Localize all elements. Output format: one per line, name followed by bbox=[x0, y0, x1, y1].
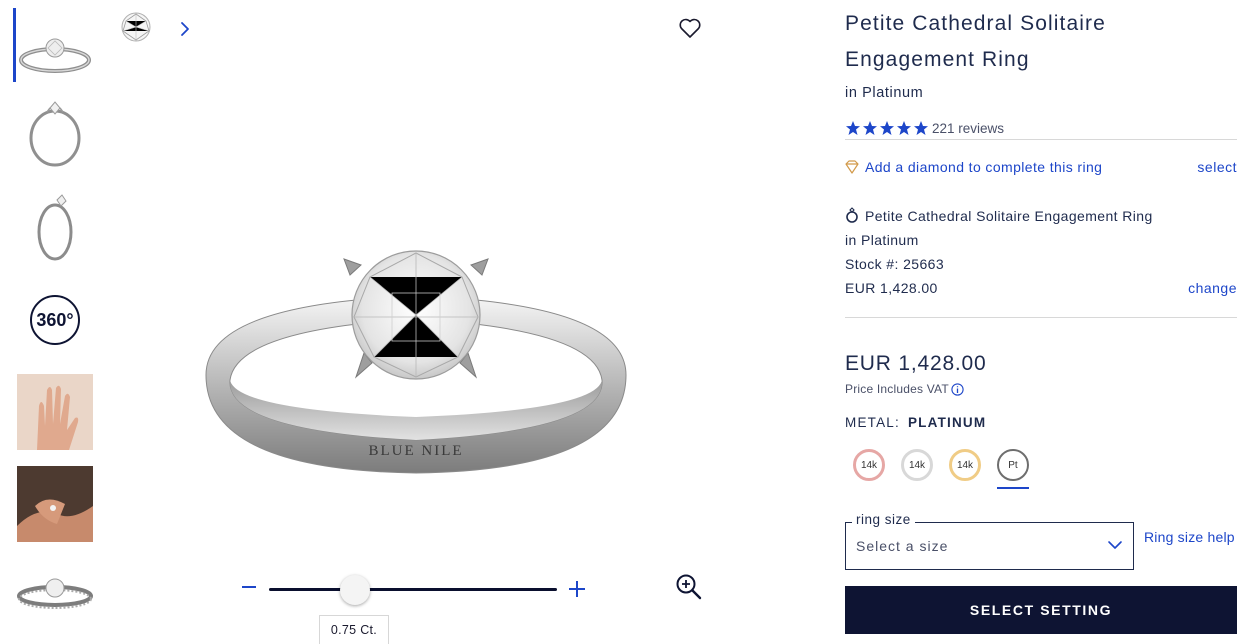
chevron-down-icon bbox=[1108, 541, 1122, 549]
main-ring-image: BLUE NILE bbox=[205, 250, 627, 474]
metal-swatch-white-gold[interactable]: 14k bbox=[901, 449, 933, 481]
thumbnail-360-view[interactable]: 360° bbox=[17, 282, 93, 358]
ring-angle-icon bbox=[19, 38, 91, 73]
ring-size-select[interactable]: ring size Select a size bbox=[845, 512, 1134, 570]
product-price: EUR 1,428.00 bbox=[845, 352, 987, 375]
reviews-link[interactable]: 221 reviews bbox=[932, 121, 1004, 136]
chevron-right-icon[interactable] bbox=[176, 18, 194, 40]
add-diamond-link[interactable]: Add a diamond to complete this ring bbox=[865, 159, 1102, 175]
vat-note: Price Includes VAT bbox=[845, 382, 964, 396]
zoom-in-icon[interactable] bbox=[566, 578, 588, 600]
vat-note-text: Price Includes VAT bbox=[845, 382, 949, 396]
ring-size-help-link[interactable]: Ring size help bbox=[1144, 529, 1235, 545]
metal-swatch-rose-gold[interactable]: 14k bbox=[853, 449, 885, 481]
metal-label: METAL: bbox=[845, 415, 900, 430]
select-setting-button[interactable]: SELECT SETTING bbox=[845, 586, 1237, 634]
hand-photo-icon bbox=[17, 374, 93, 450]
setting-summary: Petite Cathedral Solitaire Engagement Ri… bbox=[845, 204, 1237, 300]
model-photo-icon bbox=[17, 466, 93, 542]
setting-stock-number: Stock #: 25663 bbox=[845, 256, 944, 272]
metal-swatch-platinum[interactable]: Pt bbox=[997, 449, 1029, 481]
rating-summary: 221 reviews bbox=[845, 120, 1004, 136]
product-viewer: BLUE NILE 0.75 Ct. bbox=[100, 0, 820, 644]
thumbnail-ring-angle[interactable] bbox=[17, 8, 93, 84]
info-icon[interactable] bbox=[951, 382, 964, 396]
setting-price: EUR 1,428.00 bbox=[845, 280, 938, 296]
ring-size-label: ring size bbox=[852, 512, 915, 527]
active-thumbnail-indicator bbox=[13, 8, 16, 82]
rotate-360-icon: 360° bbox=[30, 295, 80, 345]
ring-band-icon bbox=[17, 578, 93, 609]
ring-side-icon bbox=[37, 194, 73, 261]
product-title: Petite Cathedral Solitaire Engagement Ri… bbox=[845, 12, 1106, 71]
divider bbox=[845, 139, 1237, 140]
thumbnail-ring-front[interactable] bbox=[17, 96, 93, 172]
thumbnail-ring-band[interactable] bbox=[17, 556, 93, 632]
ring-size-value: Select a size bbox=[856, 538, 949, 554]
metal-swatch-yellow-gold[interactable]: 14k bbox=[949, 449, 981, 481]
star-icon bbox=[863, 121, 877, 135]
star-icon bbox=[914, 121, 928, 135]
carat-size-tooltip: 0.75 Ct. bbox=[319, 615, 389, 644]
heart-icon[interactable] bbox=[678, 16, 702, 40]
diamond-outline-icon bbox=[845, 160, 859, 174]
add-diamond-row: Add a diamond to complete this ring sele… bbox=[845, 157, 1237, 179]
setting-metal: in Platinum bbox=[845, 232, 919, 248]
star-icon bbox=[880, 121, 894, 135]
brand-engraving: BLUE NILE bbox=[368, 443, 463, 459]
diamond-view-icon[interactable] bbox=[120, 11, 152, 43]
ring-front-icon bbox=[29, 101, 81, 167]
zoom-out-icon[interactable] bbox=[238, 576, 260, 598]
ring-icon bbox=[846, 207, 858, 223]
zoom-slider-handle[interactable] bbox=[340, 575, 371, 605]
thumbnail-ring-side[interactable] bbox=[17, 188, 93, 264]
thumbnail-strip: 360° bbox=[0, 0, 100, 644]
setting-name: Petite Cathedral Solitaire Engagement Ri… bbox=[865, 208, 1153, 224]
star-icon bbox=[846, 121, 860, 135]
select-diamond-link[interactable]: select bbox=[1197, 159, 1237, 175]
thumbnail-hand-view[interactable] bbox=[17, 374, 93, 450]
change-setting-link[interactable]: change bbox=[1188, 276, 1237, 300]
zoom-slider-track[interactable] bbox=[269, 588, 557, 591]
divider bbox=[845, 317, 1237, 318]
magnify-plus-icon[interactable] bbox=[675, 573, 703, 601]
star-rating bbox=[845, 120, 929, 136]
metal-selector-label: METAL: PLATINUM bbox=[845, 415, 986, 430]
setting-name-line: Petite Cathedral Solitaire Engagement Ri… bbox=[845, 204, 1237, 228]
star-icon bbox=[897, 121, 911, 135]
selected-metal-indicator bbox=[997, 487, 1029, 489]
product-details-panel: Petite Cathedral Solitaire Engagement Ri… bbox=[845, 0, 1237, 644]
view-360-label: 360° bbox=[36, 310, 73, 330]
thumbnail-model-view[interactable] bbox=[17, 466, 93, 542]
metal-selected-value: PLATINUM bbox=[907, 415, 987, 430]
product-metal-subtitle: in Platinum bbox=[845, 85, 924, 101]
